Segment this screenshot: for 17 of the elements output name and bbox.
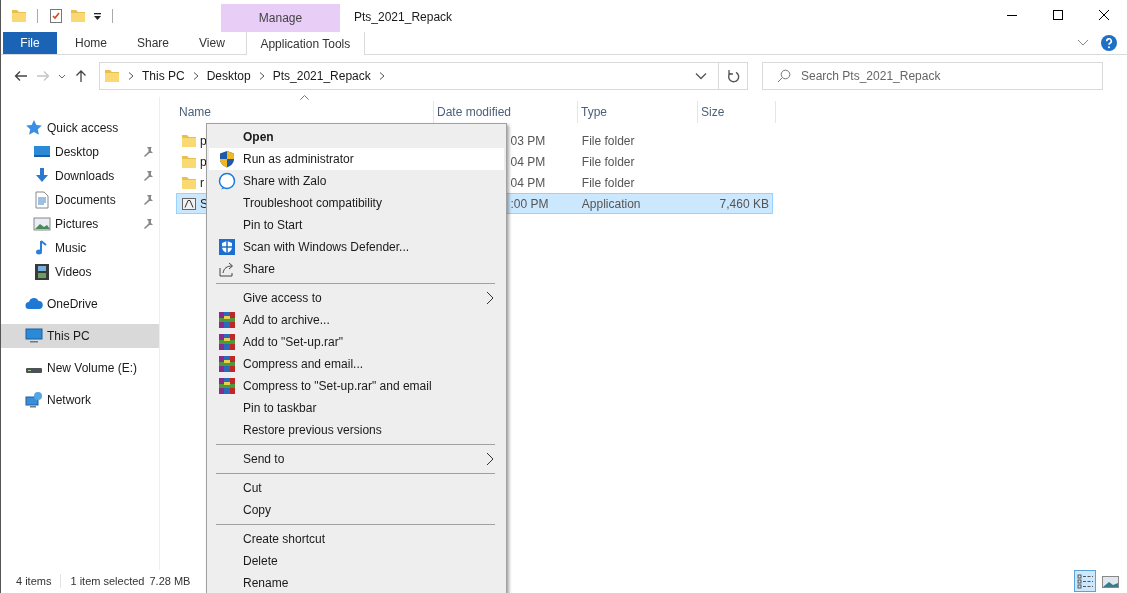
file-type: Application bbox=[581, 196, 641, 211]
file-size: 7,460 KB bbox=[719, 196, 769, 211]
file-name: r bbox=[200, 175, 204, 190]
file-name: p bbox=[200, 154, 207, 169]
date-modified: 03 PM bbox=[510, 133, 546, 148]
context-tab-group-label: Manage bbox=[221, 4, 340, 32]
date-modified: 04 PM bbox=[510, 154, 546, 169]
selection-size: 7.28 MB bbox=[149, 575, 191, 587]
window-title: Pts_2021_Repack bbox=[354, 9, 453, 26]
date-modified: :00 PM bbox=[510, 196, 549, 211]
file-type: File folder bbox=[581, 133, 635, 148]
selection-count: 1 item selected bbox=[70, 575, 145, 587]
file-name: p bbox=[200, 133, 207, 148]
file-type: File folder bbox=[581, 175, 635, 190]
item-count: 4 items bbox=[16, 575, 52, 587]
date-modified: 04 PM bbox=[510, 175, 546, 190]
file-type: File folder bbox=[581, 154, 635, 169]
